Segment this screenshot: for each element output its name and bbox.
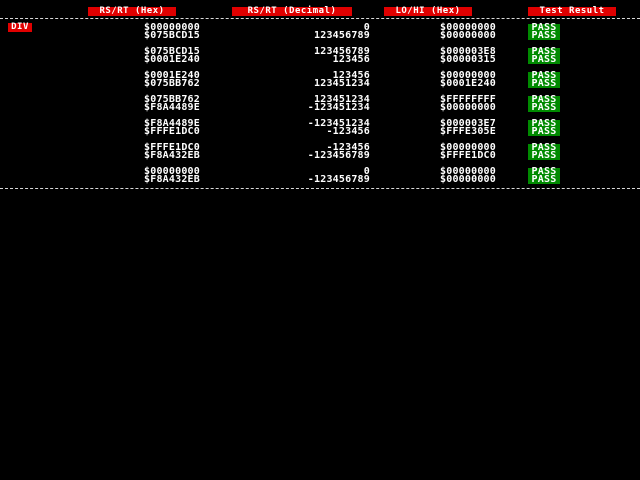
hi-pass-badge: PASS xyxy=(528,79,560,89)
rt-hex: $075BCD15 xyxy=(144,30,200,41)
rt-hex: $F8A432EB xyxy=(144,174,200,185)
rt-hex: $F8A4489E xyxy=(144,102,200,113)
test-row: $0001E240 $075BB762 123456 123451234 $00… xyxy=(0,71,640,89)
test-row: $F8A4489E $FFFE1DC0 -123451234 -123456 $… xyxy=(0,119,640,137)
screen: { "headers": { "rs_rt_hex": "RS/RT (Hex)… xyxy=(0,0,640,480)
hi-hex: $00000315 xyxy=(440,54,496,65)
rt-decimal: -123451234 xyxy=(307,102,370,113)
bottom-divider xyxy=(0,188,640,189)
hi-hex: $00000000 xyxy=(440,102,496,113)
hi-hex: $00000000 xyxy=(440,174,496,185)
top-divider xyxy=(0,18,640,19)
test-row: $075BCD15 $0001E240 123456789 123456 $00… xyxy=(0,47,640,65)
rt-decimal: -123456789 xyxy=(307,174,370,185)
rt-hex: $075BB762 xyxy=(144,78,200,89)
hi-hex: $0001E240 xyxy=(440,78,496,89)
rt-decimal: 123456789 xyxy=(314,30,370,41)
hi-pass-badge: PASS xyxy=(528,55,560,65)
hi-pass-badge: PASS xyxy=(528,127,560,137)
rt-decimal: 123456 xyxy=(332,54,370,65)
hi-hex: $FFFE305E xyxy=(440,126,496,137)
hi-hex: $FFFE1DC0 xyxy=(440,150,496,161)
rt-decimal: -123456789 xyxy=(307,150,370,161)
rt-hex: $FFFE1DC0 xyxy=(144,126,200,137)
hi-pass-badge: PASS xyxy=(528,31,560,41)
rt-hex: $0001E240 xyxy=(144,54,200,65)
header-test-result: Test Result xyxy=(528,7,616,16)
test-row: $00000000 $F8A432EB 0 -123456789 $000000… xyxy=(0,167,640,185)
hi-pass-badge: PASS xyxy=(528,103,560,113)
hi-pass-badge: PASS xyxy=(528,151,560,161)
rt-decimal: -123456 xyxy=(326,126,370,137)
test-row: $FFFE1DC0 $F8A432EB -123456 -123456789 $… xyxy=(0,143,640,161)
header-lo-hi-hex: LO/HI (Hex) xyxy=(384,7,472,16)
header-rs-rt-decimal: RS/RT (Decimal) xyxy=(232,7,352,16)
hi-hex: $00000000 xyxy=(440,30,496,41)
rt-decimal: 123451234 xyxy=(314,78,370,89)
hi-pass-badge: PASS xyxy=(528,175,560,185)
test-row: $075BB762 $F8A4489E 123451234 -123451234… xyxy=(0,95,640,113)
rt-hex: $F8A432EB xyxy=(144,150,200,161)
header-rs-rt-hex: RS/RT (Hex) xyxy=(88,7,176,16)
test-row: $00000000 $075BCD15 0 123456789 $0000000… xyxy=(0,23,640,41)
